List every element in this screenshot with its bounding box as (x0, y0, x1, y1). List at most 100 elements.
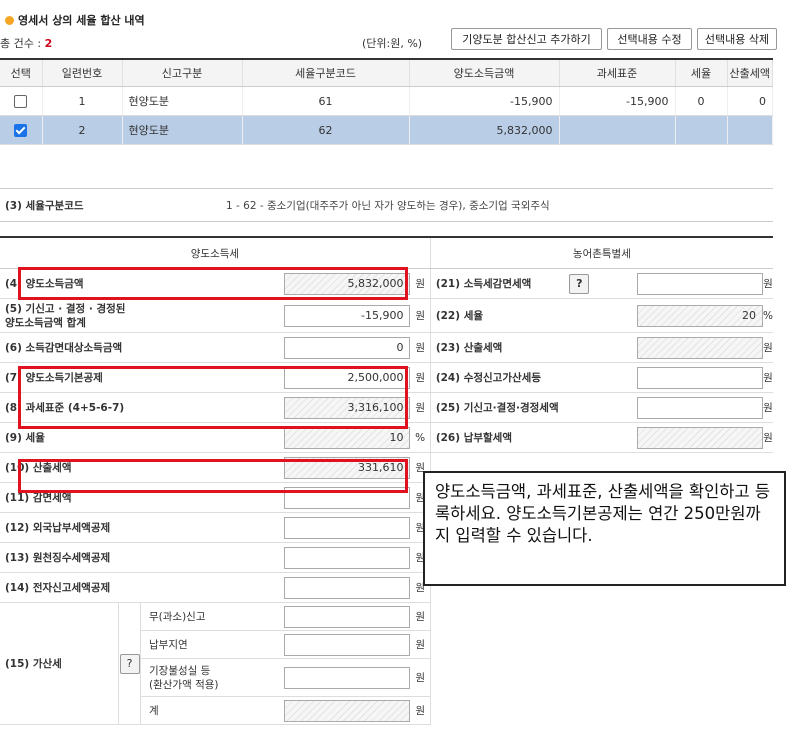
left-unit: % (410, 422, 431, 453)
income-amount-cell: 5,832,000 (409, 115, 560, 145)
rural-tax-header: 농어촌특별세 (430, 237, 773, 269)
left-row-label: (5) 기신고 · 결정 · 경정된 양도소득금액 합계 (0, 298, 259, 333)
penalty-item-label: 계 (140, 696, 259, 725)
tax-rate-cell (675, 115, 728, 145)
calculated-tax-cell (727, 115, 773, 145)
empty-cell (430, 697, 773, 725)
column-header: 양도소득금액 (409, 59, 560, 87)
column-header: 세율구분코드 (242, 59, 410, 87)
row-select-cell[interactable] (0, 86, 43, 116)
tax-rate-cell: 0 (675, 86, 728, 116)
column-header: 과세표준 (559, 59, 676, 87)
left-row-label: (12) 외국납부세액공제 (0, 512, 259, 543)
penalty-input[interactable] (284, 633, 411, 656)
right-field-input[interactable] (637, 366, 764, 389)
section-title: 영세서 상의 세율 합산 내역 (5, 12, 145, 28)
rate-code-row: (3) 세율구분코드 1 - 62 - 중소기업(대주주가 아닌 자가 양도하는… (0, 188, 773, 222)
left-field-input[interactable] (284, 576, 411, 599)
penalty-input[interactable] (284, 666, 411, 689)
left-field-input[interactable]: 0 (284, 336, 411, 359)
penalty-unit: 원 (410, 658, 431, 697)
empty-cell (430, 603, 773, 631)
right-row-label: (23) 산출세액 (430, 332, 637, 363)
left-unit: 원 (410, 362, 431, 393)
right-unit: 원 (763, 362, 773, 393)
left-field-input: 10 (284, 426, 411, 449)
column-header: 일련번호 (42, 59, 123, 87)
form-row: (5) 기신고 · 결정 · 경정된 양도소득금액 합계 -15,900 원 (22)… (0, 298, 773, 333)
right-row-label: (22) 세율 (430, 298, 637, 333)
left-field-value-cell: -15,900 (258, 298, 411, 333)
column-header: 세율 (675, 59, 728, 87)
penalty-value-cell (258, 658, 411, 697)
right-field-input (637, 336, 764, 359)
column-header: 산출세액 (727, 59, 773, 87)
section-header-row: 양도소득세 농어촌특별세 (0, 237, 773, 269)
highlight-calculated-tax (18, 459, 408, 493)
left-row-label: (6) 소득감면대상소득금액 (0, 332, 259, 363)
instruction-callout: 양도소득금액, 과세표준, 산출세액을 확인하고 등록하세요. 양도소득기본공제… (423, 471, 786, 586)
right-field-value-cell (636, 268, 764, 299)
penalty-value-cell (258, 696, 411, 725)
left-unit: 원 (410, 268, 431, 299)
tax-rate-list-table: 선택 일련번호 신고구분 세율구분코드 양도소득금액 과세표준 세율 산출세액 1 현양도분 61… (0, 58, 773, 145)
tax-base-cell (559, 115, 676, 145)
rate-code-cell: 62 (242, 115, 410, 145)
rate-code-label: (3) 세율구분코드 (5, 200, 84, 212)
row-checkbox[interactable] (14, 94, 28, 108)
tax-base-cell: -15,900 (559, 86, 676, 116)
right-row-label: (21) 소득세감면세액? (430, 268, 637, 299)
column-header: 신고구분 (122, 59, 243, 87)
left-field-value-cell (258, 512, 411, 543)
total-count: 총 건수 : 2 (0, 37, 53, 50)
rate-code-cell: 61 (242, 86, 410, 116)
right-field-value-cell: 20 (636, 298, 764, 333)
penalty-item-label: 기장불성실 등 (환산가액 적용) (140, 658, 259, 697)
bullet-icon (5, 16, 14, 25)
right-row-label: (25) 기신고·결정·경정세액 (430, 392, 637, 423)
row-select-cell[interactable] (0, 115, 43, 145)
row-checkbox[interactable] (14, 123, 28, 137)
penalty-value-cell (258, 630, 411, 659)
right-row-label: (26) 납부할세액 (430, 422, 637, 453)
right-unit: 원 (763, 268, 773, 299)
help-button[interactable]: ? (119, 653, 140, 674)
column-header: 선택 (0, 59, 43, 87)
left-unit: 원 (410, 392, 431, 423)
right-field-input[interactable] (637, 272, 764, 295)
help-button[interactable]: ? (569, 273, 590, 294)
penalty-input[interactable] (284, 605, 411, 628)
right-row-label: (24) 수정신고가산세등 (430, 362, 637, 393)
empty-cell (430, 631, 773, 659)
table-row[interactable]: 1 현양도분 61 -15,900 -15,900 0 0 (0, 86, 773, 116)
left-field-input[interactable]: -15,900 (284, 304, 411, 327)
highlight-deduction-and-base (18, 366, 408, 429)
rate-code-value: 1 - 62 - 중소기업(대주주가 아닌 자가 양도하는 경우), 중소기업 … (226, 200, 550, 212)
right-field-input[interactable] (637, 396, 764, 419)
left-field-value-cell: 0 (258, 332, 411, 363)
left-field-value-cell (258, 572, 411, 603)
left-row-label: (13) 원천징수세액공제 (0, 542, 259, 573)
report-type-cell: 현양도분 (122, 115, 243, 145)
right-unit: 원 (763, 392, 773, 423)
penalty-input (284, 699, 411, 722)
left-field-input[interactable] (284, 546, 411, 569)
right-field-value-cell (636, 362, 764, 393)
income-tax-header: 양도소득세 (0, 237, 431, 269)
serial-number-cell: 1 (42, 86, 123, 116)
penalty-label: (15) 가산세 (0, 602, 120, 725)
table-header-row: 선택 일련번호 신고구분 세율구분코드 양도소득금액 과세표준 세율 산출세액 (0, 59, 773, 87)
right-unit: 원 (763, 422, 773, 453)
delete-selected-button[interactable]: 선택내용 삭제 (697, 28, 777, 50)
calculated-tax-cell: 0 (727, 86, 773, 116)
table-row[interactable]: 2 현양도분 62 5,832,000 (0, 115, 773, 145)
left-field-value-cell (258, 542, 411, 573)
penalty-value-cell (258, 602, 411, 631)
add-prior-transfer-button[interactable]: 기양도분 합산신고 추가하기 (451, 28, 602, 50)
left-field-input[interactable] (284, 516, 411, 539)
penalty-row: (15) 가산세? 무(과소)신고 원 (0, 602, 773, 725)
penalty-item-label: 납부지연 (140, 630, 259, 659)
right-unit: % (763, 298, 773, 333)
edit-selected-button[interactable]: 선택내용 수정 (607, 28, 692, 50)
left-row-label: (14) 전자신고세액공제 (0, 572, 259, 603)
